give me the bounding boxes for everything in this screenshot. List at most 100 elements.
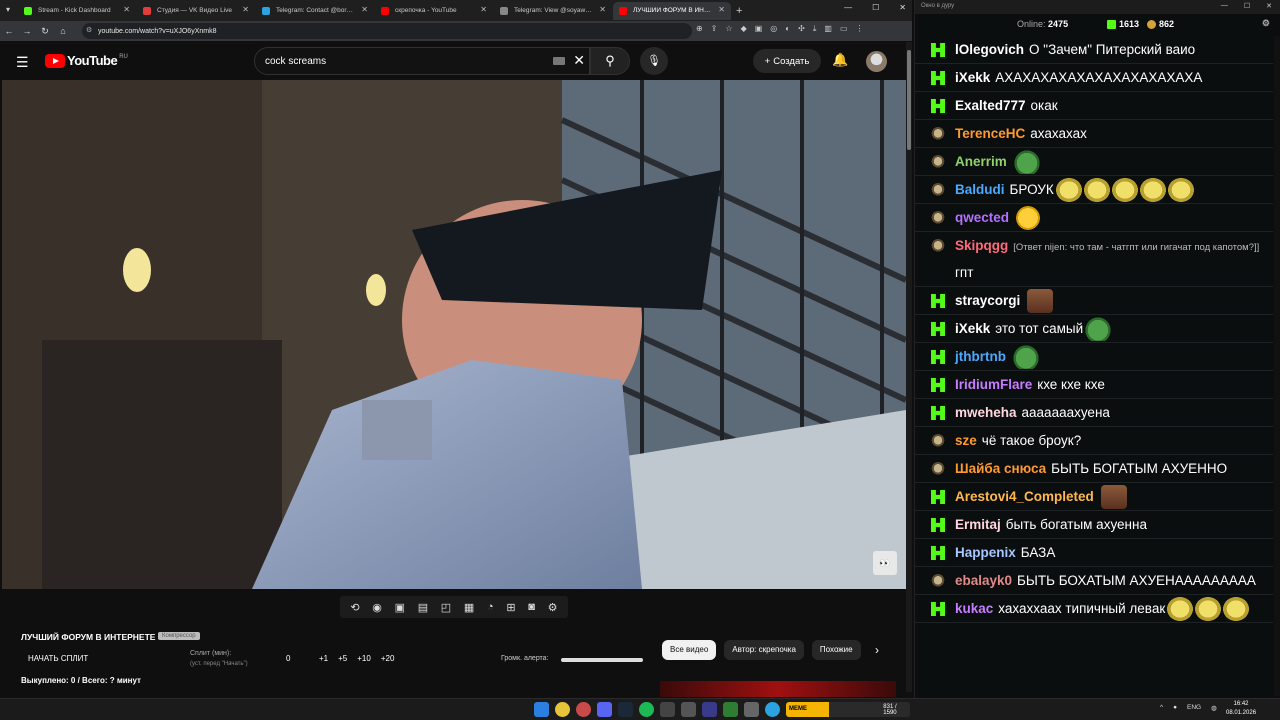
back-icon[interactable]: ← xyxy=(0,26,18,36)
increment-button[interactable]: +5 xyxy=(338,654,347,663)
chat-username[interactable]: Arestovi4_Completed xyxy=(955,489,1094,504)
emote-troll-icon[interactable] xyxy=(1055,178,1082,203)
discord-icon[interactable] xyxy=(597,702,612,717)
spotify-icon[interactable] xyxy=(639,702,654,717)
increment-button[interactable]: +1 xyxy=(319,654,328,663)
page-scrollbar[interactable] xyxy=(906,42,912,692)
clapper-icon[interactable]: ▤ xyxy=(418,601,428,614)
mic-icon[interactable]: ● xyxy=(1173,704,1177,712)
extension-icon[interactable]: ◎ xyxy=(770,24,777,34)
broadcast-icon[interactable]: ◉ xyxy=(372,601,382,614)
chat-username[interactable]: straycorgi xyxy=(955,293,1020,308)
chat-username[interactable]: Exalted777 xyxy=(955,98,1026,113)
chat-username[interactable]: IridiumFlare xyxy=(955,377,1032,392)
close-tab-icon[interactable]: ✕ xyxy=(123,5,130,14)
create-button[interactable]: + Создать xyxy=(753,49,821,73)
emote-troll-icon[interactable] xyxy=(1167,597,1194,622)
chat-username[interactable]: qwected xyxy=(955,210,1009,225)
scrollbar-thumb[interactable] xyxy=(907,50,911,150)
emote-troll-icon[interactable] xyxy=(1223,597,1250,622)
start-split-button[interactable]: НАЧАТЬ СПЛИТ xyxy=(28,654,88,663)
chat-username[interactable]: Anerrim xyxy=(955,154,1007,169)
emote-troll-icon[interactable] xyxy=(1083,178,1110,203)
speed-icon[interactable]: ◔ xyxy=(487,601,494,613)
settings-icon[interactable]: ⚙ xyxy=(1262,18,1270,29)
browser-tab[interactable]: ЛУЧШИЙ ФОРУМ В ИНТЕРНЕТЕ ✕ xyxy=(613,1,731,20)
chat-username[interactable]: iXekk xyxy=(955,321,990,336)
avatar[interactable] xyxy=(866,51,887,72)
browser-tab[interactable]: Студия — VK Видео Live ✕ xyxy=(137,2,255,20)
increment-button[interactable]: +10 xyxy=(357,654,371,663)
emote-troll-icon[interactable] xyxy=(1167,178,1194,203)
app-icon[interactable] xyxy=(681,702,696,717)
emote-cry-icon[interactable] xyxy=(1016,206,1041,231)
emote-troll-icon[interactable] xyxy=(1111,178,1138,203)
close-window-icon[interactable]: ✕ xyxy=(899,3,906,12)
close-tab-icon[interactable]: ✕ xyxy=(361,5,368,14)
chat-scrollbar[interactable] xyxy=(1274,36,1280,696)
video-overlay-icon[interactable]: 👀 xyxy=(873,551,897,575)
compressor-badge[interactable]: Компрессор xyxy=(158,632,200,640)
meme-party-widget[interactable]: MEME PARTY 831 / 1590 xyxy=(786,702,910,717)
browser-tab[interactable]: Stream - Kick Dashboard ✕ xyxy=(18,2,136,20)
chat-username[interactable]: Ermitaj xyxy=(955,517,1001,532)
app-icon[interactable] xyxy=(723,702,738,717)
minimize-icon[interactable]: — xyxy=(844,3,852,12)
chat-username[interactable]: Baldudi xyxy=(955,182,1005,197)
notifications-icon[interactable]: 🔔 xyxy=(832,52,848,68)
chat-username[interactable]: mweheha xyxy=(955,405,1017,420)
chip-similar[interactable]: Похожие xyxy=(811,640,861,660)
minimize-icon[interactable]: — xyxy=(1221,2,1228,10)
chip-author[interactable]: Автор: скрепочка xyxy=(724,640,804,660)
sidebar-icon[interactable]: ▥ xyxy=(824,24,832,34)
clear-search-icon[interactable]: ✕ xyxy=(573,52,585,69)
chat-username[interactable]: Шайба снюса xyxy=(955,461,1046,476)
cast-icon[interactable]: ▭ xyxy=(840,24,848,34)
maximize-icon[interactable]: ☐ xyxy=(872,3,879,12)
browser-tab[interactable]: скрепочка - YouTube ✕ xyxy=(375,2,493,20)
tab-search-icon[interactable]: ▾ xyxy=(6,5,10,14)
start-icon[interactable] xyxy=(534,702,549,717)
tv-icon[interactable]: ▣ xyxy=(395,601,405,614)
filmstrip-icon[interactable]: ▦ xyxy=(464,601,474,614)
close-tab-icon[interactable]: ✕ xyxy=(242,5,249,14)
search-button[interactable]: ⚲ xyxy=(590,47,630,75)
add-clip-icon[interactable]: ⊞ xyxy=(506,601,515,614)
close-tab-icon[interactable]: ✕ xyxy=(718,5,725,14)
chevron-right-icon[interactable]: › xyxy=(875,643,879,657)
increment-button[interactable]: +20 xyxy=(381,654,395,663)
chat-username[interactable]: Happenix xyxy=(955,545,1016,560)
extension-icon[interactable]: ◐ xyxy=(785,24,790,34)
obs-icon[interactable] xyxy=(660,702,675,717)
menu-icon[interactable]: ⋮ xyxy=(856,24,864,34)
close-tab-icon[interactable]: ✕ xyxy=(480,5,487,14)
chip-all-videos[interactable]: Все видео xyxy=(662,640,717,660)
language-indicator[interactable]: ENG xyxy=(1187,704,1201,712)
bookmark-icon[interactable]: ☆ xyxy=(725,24,732,34)
download-icon[interactable]: ⤓ xyxy=(813,24,817,34)
browser-tab[interactable]: Telegram: Contact @boris_rock ✕ xyxy=(256,2,374,20)
zoom-icon[interactable]: ⊕ xyxy=(696,24,703,34)
chat-username[interactable]: jthbrtnb xyxy=(955,349,1006,364)
settings-icon[interactable]: ⚙ xyxy=(548,601,558,614)
emote-pepe-icon[interactable] xyxy=(1012,345,1039,370)
extension-icon[interactable]: ◆ xyxy=(741,24,747,34)
picture-in-picture-icon[interactable]: ◰ xyxy=(441,601,451,614)
reload-icon[interactable]: ↻ xyxy=(36,26,54,37)
chat-username[interactable]: TerenceHC xyxy=(955,126,1025,141)
network-icon[interactable]: ◍ xyxy=(1211,704,1217,712)
alert-volume-slider[interactable] xyxy=(561,658,643,662)
forward-icon[interactable]: → xyxy=(18,26,36,36)
close-tab-icon[interactable]: ✕ xyxy=(599,5,606,14)
chat-username[interactable]: Skipqgg xyxy=(955,238,1008,253)
loop-icon[interactable]: ⟲ xyxy=(350,601,359,614)
emote-troll-icon[interactable] xyxy=(1195,597,1222,622)
keyboard-icon[interactable] xyxy=(553,57,565,65)
emote-troll-icon[interactable] xyxy=(1139,178,1166,203)
close-icon[interactable]: ✕ xyxy=(1266,2,1272,10)
app-icon[interactable] xyxy=(702,702,717,717)
extension-icon[interactable]: ▣ xyxy=(755,24,763,34)
chrome-icon[interactable] xyxy=(555,702,570,717)
puzzle-icon[interactable]: ✣ xyxy=(798,24,805,34)
related-thumbnail[interactable] xyxy=(660,681,896,697)
